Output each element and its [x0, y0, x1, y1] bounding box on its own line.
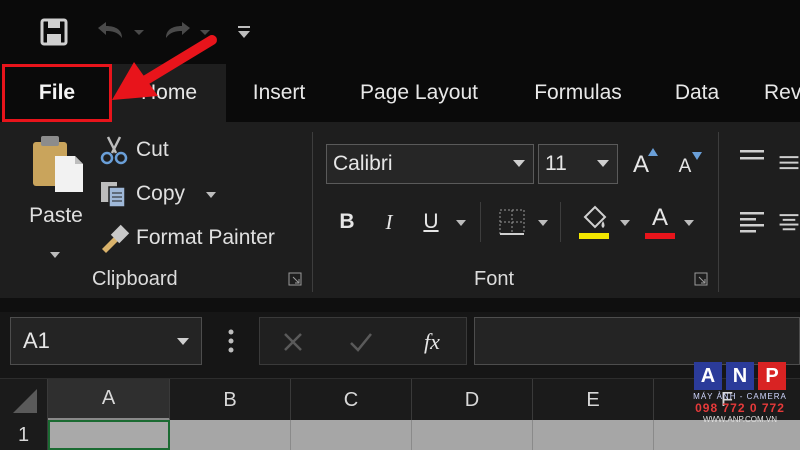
annotation-arrow-icon: [112, 35, 217, 100]
